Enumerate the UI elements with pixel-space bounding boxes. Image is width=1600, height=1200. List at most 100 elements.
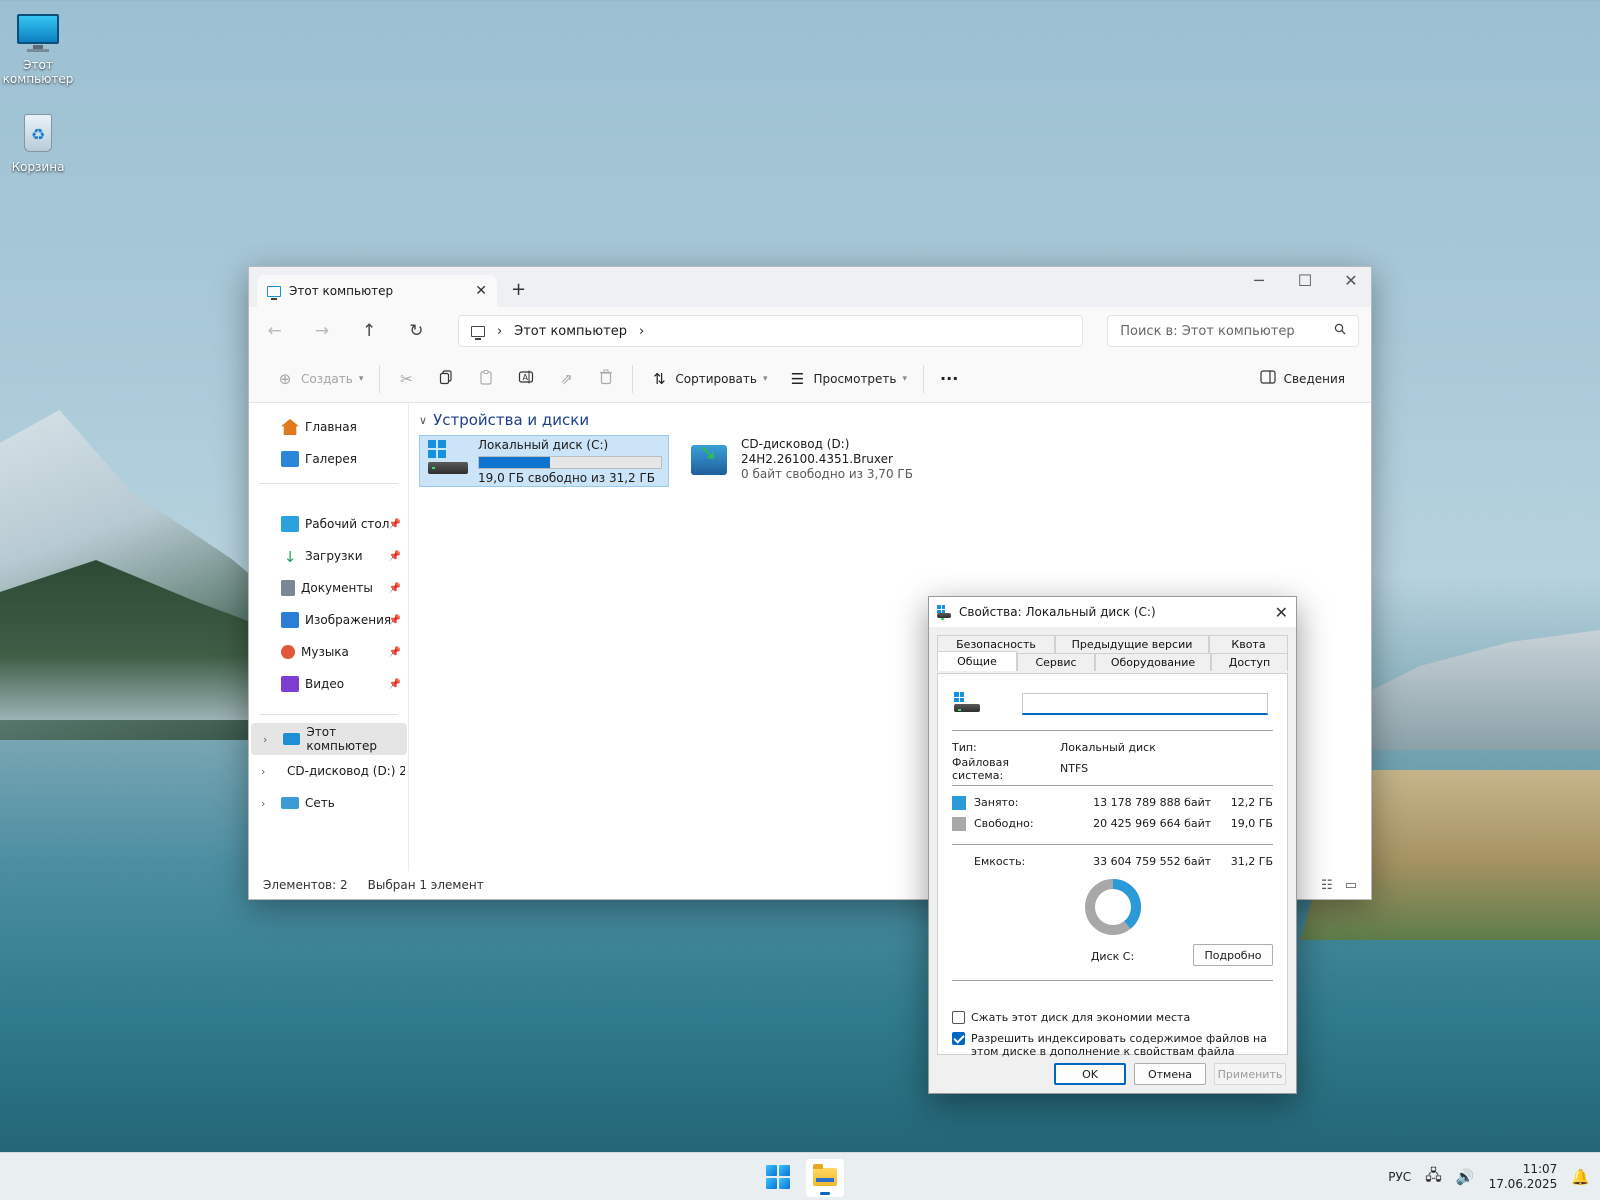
- tab-previous-versions[interactable]: Предыдущие версии: [1055, 635, 1209, 653]
- volume-label-input[interactable]: [1022, 693, 1268, 715]
- tiles-view-icon[interactable]: ▭: [1345, 878, 1357, 893]
- indexing-checkbox[interactable]: [952, 1032, 965, 1045]
- sidebar-item-label: Главная: [305, 420, 357, 434]
- compress-checkbox[interactable]: [952, 1011, 965, 1024]
- new-tab-button[interactable]: +: [511, 279, 526, 300]
- sidebar-item-label: Видео: [305, 677, 345, 691]
- sidebar-item-home[interactable]: Главная: [249, 411, 405, 443]
- pin-icon[interactable]: 📌: [389, 551, 401, 562]
- close-tab-icon[interactable]: ✕: [475, 283, 487, 299]
- cut-button[interactable]: ✂: [386, 363, 426, 395]
- capacity-label: Емкость:: [974, 855, 1026, 868]
- apply-button[interactable]: Применить: [1214, 1063, 1286, 1085]
- compress-label: Сжать этот диск для экономии места: [971, 1011, 1191, 1024]
- properties-dialog: Свойства: Локальный диск (C:) ✕ Безопасн…: [928, 596, 1297, 1094]
- forward-button[interactable]: →: [308, 321, 335, 341]
- pin-icon[interactable]: 📌: [389, 679, 401, 690]
- search-box[interactable]: Поиск в: Этот компьютер: [1107, 315, 1359, 347]
- tab-hardware[interactable]: Оборудование: [1095, 653, 1211, 671]
- taskbar-file-explorer[interactable]: [806, 1159, 844, 1197]
- address-bar[interactable]: › Этот компьютер ›: [457, 315, 1084, 347]
- sidebar-item-this-pc[interactable]: › Этот компьютер: [251, 723, 407, 755]
- chevron-right-icon[interactable]: ›: [261, 797, 265, 810]
- details-pane-button[interactable]: Сведения: [1248, 363, 1355, 395]
- pin-icon[interactable]: 📌: [389, 519, 401, 530]
- divider: [632, 364, 634, 393]
- gallery-icon: [281, 451, 299, 467]
- dialog-tabs: Безопасность Предыдущие версии Квота Общ…: [937, 627, 1288, 677]
- volume-icon[interactable]: 🔊: [1456, 1168, 1475, 1186]
- drive-item-d[interactable]: ➘ CD-дисковод (D:) 24H2.26100.4351.Bruxe…: [683, 435, 933, 487]
- details-button[interactable]: Подробно: [1193, 944, 1273, 966]
- sidebar-item-documents[interactable]: Документы 📌: [249, 572, 405, 604]
- details-label: Сведения: [1283, 371, 1345, 386]
- home-icon: [281, 419, 299, 435]
- free-space-bytes: 20 425 969 664 байт: [1093, 817, 1212, 830]
- tab-quota[interactable]: Квота: [1209, 635, 1288, 653]
- details-view-icon[interactable]: ☷: [1321, 878, 1333, 893]
- more-options-button[interactable]: ···: [930, 363, 968, 395]
- create-button[interactable]: ⊕ Создать ▾: [265, 363, 373, 395]
- copy-button[interactable]: [426, 363, 466, 395]
- maximize-button[interactable]: ☐: [1293, 271, 1317, 290]
- refresh-button[interactable]: ↻: [403, 321, 430, 341]
- used-space-bytes: 13 178 789 888 байт: [1093, 796, 1212, 809]
- capacity-bytes: 33 604 759 552 байт: [1093, 855, 1212, 868]
- delete-button[interactable]: [586, 363, 626, 395]
- notification-bell-icon[interactable]: 🔔: [1571, 1168, 1590, 1186]
- chevron-right-icon[interactable]: ›: [639, 324, 644, 339]
- drive-free-space: 0 байт свободно из 3,70 ГБ: [741, 467, 913, 481]
- drive-item-c[interactable]: Локальный диск (C:) 19,0 ГБ свободно из …: [419, 435, 669, 487]
- general-tab-panel: Тип: Локальный диск Файловая система: NT…: [937, 673, 1288, 1058]
- sidebar-item-pictures[interactable]: Изображения 📌: [249, 604, 405, 636]
- close-button[interactable]: ✕: [1339, 271, 1363, 290]
- sidebar-item-label: Рабочий стол: [305, 517, 390, 531]
- tab-this-pc[interactable]: Этот компьютер ✕: [257, 275, 497, 307]
- cancel-button[interactable]: Отмена: [1134, 1063, 1206, 1085]
- pin-icon[interactable]: 📌: [389, 647, 401, 658]
- rename-button[interactable]: A: [506, 363, 546, 395]
- share-button[interactable]: ⇗: [546, 363, 586, 395]
- sidebar-item-videos[interactable]: Видео 📌: [249, 668, 405, 700]
- sidebar-item-desktop[interactable]: Рабочий стол 📌: [249, 508, 405, 540]
- close-button[interactable]: ✕: [1275, 603, 1288, 622]
- view-button[interactable]: ☰ Просмотреть ▾: [777, 363, 917, 395]
- svg-text:A: A: [523, 373, 529, 382]
- sidebar-item-gallery[interactable]: Галерея: [249, 443, 405, 475]
- clock-date: 17.06.2025: [1488, 1177, 1558, 1191]
- desktop-icon-this-pc[interactable]: Этот компьютер: [0, 10, 76, 86]
- sidebar-item-music[interactable]: Музыка 📌: [249, 636, 405, 668]
- hard-drive-icon: [937, 605, 951, 620]
- dialog-title-bar: Свойства: Локальный диск (C:) ✕: [929, 597, 1296, 627]
- start-button[interactable]: [766, 1165, 790, 1189]
- breadcrumb-this-pc[interactable]: Этот компьютер: [514, 324, 627, 339]
- chevron-down-icon[interactable]: ∨: [419, 414, 427, 427]
- pin-icon[interactable]: 📌: [389, 615, 401, 626]
- group-header-devices[interactable]: ∨ Устройства и диски: [419, 411, 1361, 429]
- sidebar-item-network[interactable]: › Сеть: [249, 787, 405, 819]
- tab-sharing[interactable]: Доступ: [1211, 653, 1288, 671]
- sort-button[interactable]: ⇅ Сортировать ▾: [639, 363, 777, 395]
- up-button[interactable]: ↑: [355, 321, 382, 341]
- computer-icon: [470, 325, 485, 340]
- search-input[interactable]: Поиск в: Этот компьютер: [1120, 324, 1294, 339]
- used-space-label: Занято:: [973, 796, 1019, 809]
- ok-button[interactable]: OK: [1054, 1063, 1126, 1085]
- chevron-right-icon[interactable]: ›: [261, 765, 265, 778]
- minimize-button[interactable]: ─: [1247, 271, 1271, 290]
- language-indicator[interactable]: РУС: [1388, 1170, 1411, 1184]
- paste-button[interactable]: [466, 363, 506, 395]
- clock[interactable]: 11:07 17.06.2025: [1489, 1162, 1558, 1192]
- sidebar-item-label: Загрузки: [305, 549, 363, 563]
- chevron-right-icon[interactable]: ›: [263, 733, 267, 746]
- sidebar-item-downloads[interactable]: ↓ Загрузки 📌: [249, 540, 405, 572]
- sidebar-item-cd-drive[interactable]: › CD-дисковод (D:) 2: [249, 755, 405, 787]
- back-button[interactable]: ←: [261, 321, 288, 341]
- tab-tools[interactable]: Сервис: [1017, 653, 1095, 671]
- tab-general[interactable]: Общие: [937, 651, 1017, 671]
- sidebar-item-label: Изображения: [305, 613, 392, 627]
- pin-icon[interactable]: 📌: [389, 583, 401, 594]
- desktop-icon-recycle-bin[interactable]: ♻ Корзина: [0, 112, 76, 174]
- network-icon[interactable]: 🖧: [1425, 1165, 1442, 1190]
- chevron-right-icon[interactable]: ›: [497, 324, 502, 339]
